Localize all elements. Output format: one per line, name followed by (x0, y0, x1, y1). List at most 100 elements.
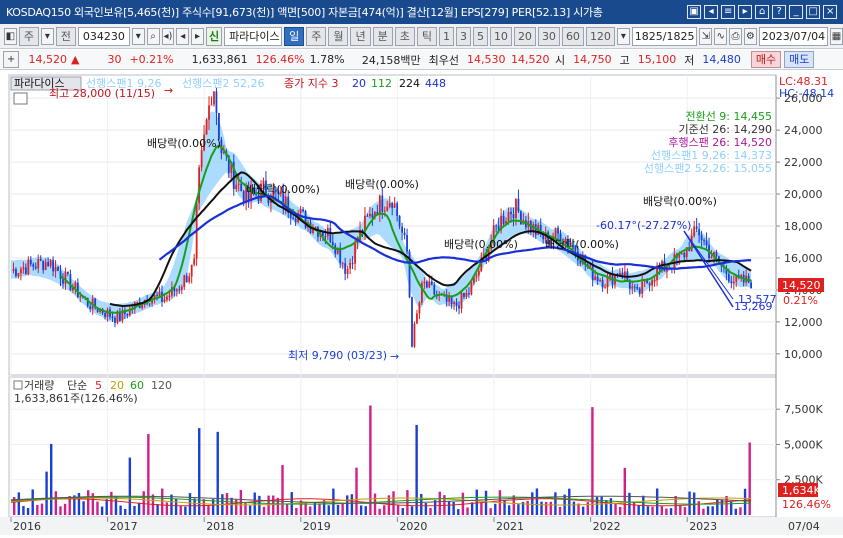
sound-icon[interactable]: ◂) (161, 27, 175, 45)
prev-icon[interactable]: ◂ (704, 5, 718, 19)
period-year-tab[interactable]: 년 (350, 26, 371, 46)
chart-area[interactable]: 파라다이스 선행스팬1 9,26 선행스팬2 52,26 종가 지수 3 20 … (0, 71, 843, 535)
sell-button[interactable]: 매도 (784, 51, 815, 68)
x-axis-year-label: 2019 (303, 520, 331, 533)
candle-body (210, 104, 213, 106)
close-icon[interactable]: × (823, 5, 837, 19)
volume-bar (401, 508, 404, 515)
table-icon[interactable]: ≡ (721, 5, 735, 19)
indicator-icon[interactable]: ∿ (714, 27, 728, 45)
candle-body (104, 313, 106, 317)
current-price: 14,520 (28, 53, 68, 66)
volume-bar (669, 508, 673, 515)
minimize-icon[interactable]: _ (789, 5, 803, 19)
candle-body (218, 113, 220, 140)
price-change: 30 (107, 53, 122, 66)
print-icon[interactable]: ⎙ (729, 27, 742, 45)
save-icon[interactable]: ▣ (687, 5, 701, 19)
volume-bar (711, 506, 714, 515)
candle-body (554, 227, 557, 238)
volume-bar (188, 493, 192, 515)
candle-body (507, 211, 510, 222)
volume-bar (40, 503, 44, 515)
interval-10[interactable]: 10 (489, 26, 512, 46)
volume-bar (447, 501, 451, 515)
high-price: 15,100 (637, 53, 677, 66)
interval-120[interactable]: 120 (585, 26, 615, 46)
home-icon[interactable]: ⌂ (755, 5, 769, 19)
chevron-down-icon[interactable]: ▾ (616, 27, 630, 45)
period-day-tab[interactable]: 일 (284, 26, 305, 46)
stock-code-input[interactable]: 034230 (77, 26, 130, 46)
next-stock-icon[interactable]: ▸ (191, 27, 204, 45)
volume-bar (341, 503, 344, 515)
volume-bar (364, 506, 367, 515)
period-minute-tab[interactable]: 분 (372, 26, 393, 46)
layout-icon[interactable]: ◧ (4, 27, 17, 45)
period-second-tab[interactable]: 초 (394, 26, 415, 46)
volume-bar (272, 495, 275, 515)
lead-span2-value: 선행스팬2 52,26: 15,055 (644, 162, 772, 175)
stock-chart-svg[interactable]: 파라다이스 선행스팬1 9,26 선행스팬2 52,26 종가 지수 3 20 … (0, 71, 843, 535)
volume-bar (614, 503, 617, 515)
type-select[interactable]: 전 (55, 26, 76, 46)
market-select[interactable]: 주 (18, 26, 39, 46)
candle-body (515, 198, 517, 219)
volume-bar (517, 504, 520, 515)
search-icon[interactable]: ⌕ (146, 27, 160, 45)
candle-body (591, 264, 594, 281)
candle-body (215, 91, 218, 114)
volume-bar (45, 471, 48, 515)
volume-bar (22, 506, 25, 515)
dividend-label-4: 배당락(0.00%) (444, 238, 518, 251)
period-week-tab[interactable]: 주 (306, 26, 327, 46)
candle-body (344, 263, 347, 274)
price-info-bar: + 14,520 ▲ 30 +0.21% 1,633,861 126.46% 1… (0, 50, 843, 70)
settings-icon[interactable]: ⚙ (743, 27, 757, 45)
calendar-icon[interactable]: ▦ (830, 27, 843, 45)
candle-body (111, 316, 114, 318)
zoom-icon[interactable]: ⇲ (699, 27, 713, 45)
candle-body (623, 271, 626, 276)
interval-30[interactable]: 30 (537, 26, 560, 46)
volume-bar (211, 499, 215, 515)
interval-5[interactable]: 5 (472, 26, 488, 46)
volume-bar (383, 505, 386, 515)
candle-body (74, 282, 77, 288)
question-icon[interactable]: ? (772, 5, 786, 19)
volume-bar (336, 504, 340, 515)
chevron-down-icon[interactable]: ▾ (40, 27, 54, 45)
chevron-down-icon[interactable]: ▾ (131, 27, 145, 45)
interval-20[interactable]: 20 (513, 26, 536, 46)
prev-stock-icon[interactable]: ◂ (176, 27, 190, 45)
candle-body (695, 226, 698, 229)
buy-button[interactable]: 매수 (750, 51, 782, 68)
candle-body (631, 286, 634, 289)
volume-bar (63, 503, 67, 515)
volume-toggle-icon[interactable] (13, 380, 23, 390)
candle-body (166, 296, 168, 300)
candle-body (44, 262, 47, 271)
high-arrow-icon: → (164, 84, 173, 97)
date-field[interactable]: 2023/07/04 (758, 26, 829, 46)
volume-bar (697, 501, 701, 515)
candle-body (460, 292, 463, 309)
interval-60[interactable]: 60 (561, 26, 584, 46)
expand-icon[interactable]: + (3, 51, 19, 68)
interval-1[interactable]: 1 (438, 26, 454, 46)
bar-count-field[interactable]: 1825/1825 (631, 26, 698, 46)
interval-3[interactable]: 3 (455, 26, 471, 46)
price-axis-label: 18,000 (784, 220, 823, 233)
period-tick-tab[interactable]: 틱 (416, 26, 437, 46)
candle-body (470, 283, 473, 295)
candle-body (430, 281, 433, 285)
candle-body (596, 276, 599, 282)
candle-body (703, 240, 705, 242)
candle-body (428, 281, 431, 288)
next-icon[interactable]: ▸ (738, 5, 752, 19)
candle-body (136, 302, 139, 304)
volume-bar (355, 467, 358, 515)
period-month-tab[interactable]: 월 (328, 26, 349, 46)
grid-toggle-icon[interactable] (13, 92, 28, 105)
maximize-icon[interactable]: □ (806, 5, 820, 19)
